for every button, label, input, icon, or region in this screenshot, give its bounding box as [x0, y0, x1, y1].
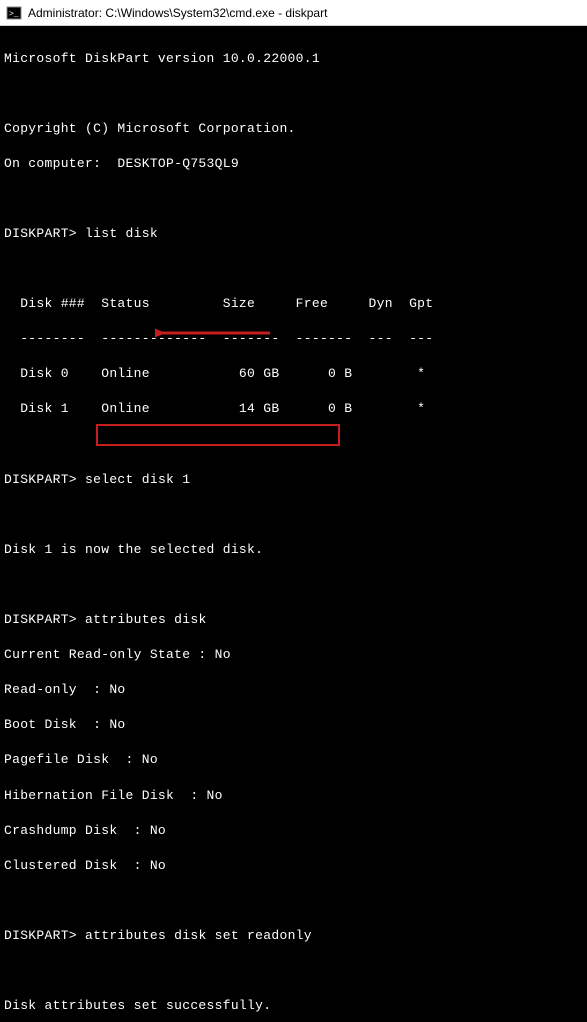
prompt: DISKPART>	[4, 612, 77, 627]
table-header: Disk ### Status Size Free Dyn Gpt	[4, 295, 583, 313]
terminal-output[interactable]: Microsoft DiskPart version 10.0.22000.1 …	[0, 26, 587, 1022]
blank	[4, 190, 583, 208]
disk-row-0: Disk 0 Online 60 GB 0 B *	[4, 365, 583, 383]
blank	[4, 962, 583, 980]
prompt-select-disk: DISKPART> select disk 1	[4, 471, 583, 489]
blank	[4, 892, 583, 910]
attr-current-ro: Current Read-only State : No	[4, 646, 583, 664]
prompt: DISKPART>	[4, 226, 77, 241]
attr-readonly: Read-only : No	[4, 681, 583, 699]
command-text: select disk 1	[85, 472, 190, 487]
prompt: DISKPART>	[4, 928, 77, 943]
blank	[4, 436, 583, 454]
prompt: DISKPART>	[4, 472, 77, 487]
command-text: list disk	[85, 226, 158, 241]
prompt-attributes: DISKPART> attributes disk	[4, 611, 583, 629]
attr-crashdump: Crashdump Disk : No	[4, 822, 583, 840]
prompt-set-readonly: DISKPART> attributes disk set readonly	[4, 927, 583, 945]
blank	[4, 260, 583, 278]
command-text: attributes disk	[85, 612, 207, 627]
blank	[4, 85, 583, 103]
blank	[4, 576, 583, 594]
command-text: attributes disk set readonly	[85, 928, 312, 943]
cmd-icon: >_	[6, 5, 22, 21]
svg-text:>_: >_	[9, 10, 19, 19]
attr-clustered: Clustered Disk : No	[4, 857, 583, 875]
attr-boot: Boot Disk : No	[4, 716, 583, 734]
window-title: Administrator: C:\Windows\System32\cmd.e…	[28, 6, 327, 20]
selected-disk-msg: Disk 1 is now the selected disk.	[4, 541, 583, 559]
copyright-line: Copyright (C) Microsoft Corporation.	[4, 120, 583, 138]
attr-pagefile: Pagefile Disk : No	[4, 751, 583, 769]
table-separator: -------- ------------- ------- ------- -…	[4, 330, 583, 348]
attr-hibernation: Hibernation File Disk : No	[4, 787, 583, 805]
computer-line: On computer: DESKTOP-Q753QL9	[4, 155, 583, 173]
disk-row-1: Disk 1 Online 14 GB 0 B *	[4, 400, 583, 418]
version-line: Microsoft DiskPart version 10.0.22000.1	[4, 50, 583, 68]
success-msg: Disk attributes set successfully.	[4, 997, 583, 1015]
blank	[4, 506, 583, 524]
prompt-list-disk: DISKPART> list disk	[4, 225, 583, 243]
window-titlebar[interactable]: >_ Administrator: C:\Windows\System32\cm…	[0, 0, 587, 26]
